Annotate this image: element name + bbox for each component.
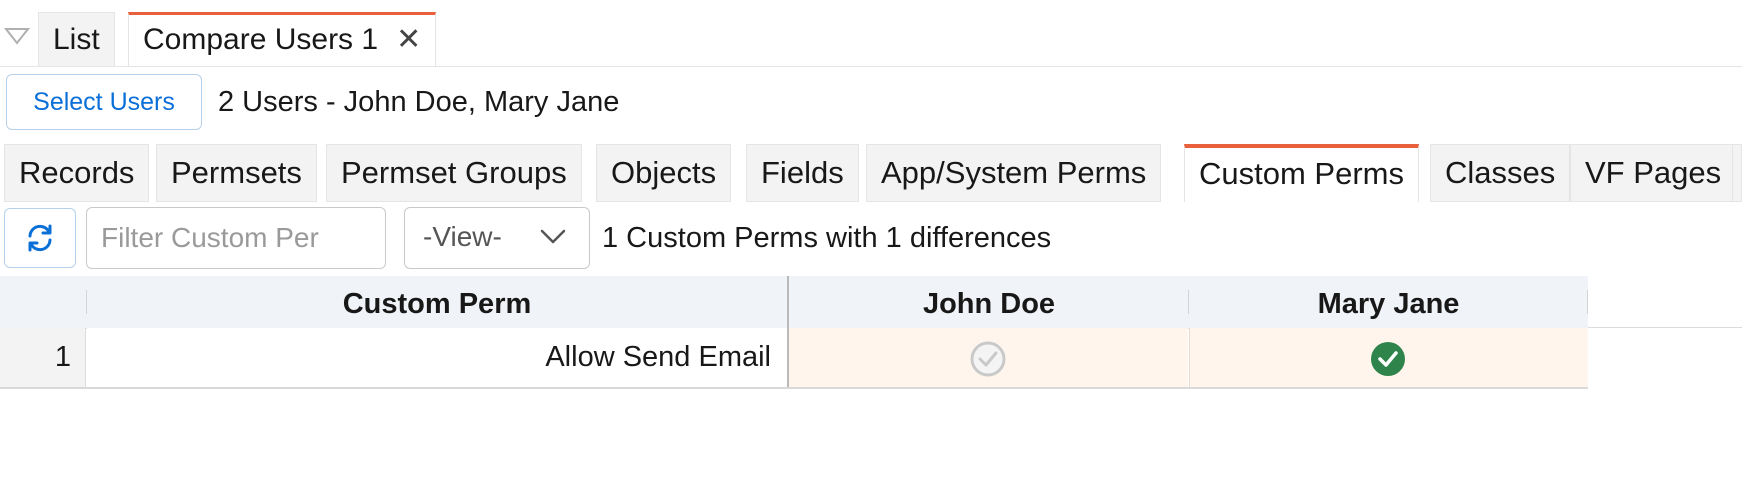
unchecked-icon xyxy=(970,341,1006,377)
tab-classes[interactable]: Classes xyxy=(1430,144,1571,202)
row-number: 1 xyxy=(0,328,86,387)
view-select-value: -View- xyxy=(423,221,502,252)
tab-permset-groups[interactable]: Permset Groups xyxy=(326,144,582,202)
select-users-button[interactable]: Select Users xyxy=(6,74,202,130)
close-icon[interactable]: ✕ xyxy=(396,15,421,65)
tab-records[interactable]: Records xyxy=(4,144,150,202)
column-header-mary-jane[interactable]: Mary Jane xyxy=(1189,276,1588,328)
checked-icon xyxy=(1371,342,1405,376)
tab-list-label: List xyxy=(53,23,100,56)
comparison-tab-bar: Records Permsets Permset Groups Objects … xyxy=(0,144,1742,202)
column-header-custom-perm[interactable]: Custom Perm xyxy=(87,276,787,328)
differences-summary: 1 Custom Perms with 1 differences xyxy=(602,222,1052,254)
refresh-icon xyxy=(28,224,52,252)
top-tab-bar: List Compare Users 1 ✕ xyxy=(0,0,1742,67)
tab-overflow[interactable] xyxy=(1732,144,1742,202)
tab-compare-users-label: Compare Users 1 xyxy=(143,23,379,56)
mary-jane-cell xyxy=(1189,328,1588,387)
tab-vf-pages[interactable]: VF Pages xyxy=(1570,144,1737,202)
collapse-triangle-icon[interactable] xyxy=(4,26,30,46)
tab-objects[interactable]: Objects xyxy=(596,144,732,202)
grid-header: Custom Perm John Doe Mary Jane xyxy=(0,276,1588,329)
selected-users-summary: 2 Users - John Doe, Mary Jane xyxy=(218,86,620,118)
chevron-down-icon xyxy=(540,229,566,244)
tab-fields[interactable]: Fields xyxy=(746,144,859,202)
filter-custom-perms-input[interactable] xyxy=(86,207,386,269)
table-row[interactable]: 1 Allow Send Email xyxy=(0,328,1588,389)
header-separator xyxy=(1587,290,1588,314)
custom-perm-name: Allow Send Email xyxy=(87,328,787,387)
john-doe-cell xyxy=(789,328,1188,387)
refresh-button[interactable] xyxy=(4,208,76,268)
tab-list[interactable]: List xyxy=(38,12,115,66)
column-header-john-doe[interactable]: John Doe xyxy=(789,276,1189,328)
frozen-column-divider[interactable] xyxy=(787,276,789,387)
tab-app-system-perms[interactable]: App/System Perms xyxy=(866,144,1162,202)
tab-compare-users[interactable]: Compare Users 1 ✕ xyxy=(128,12,437,66)
tab-custom-perms[interactable]: Custom Perms xyxy=(1184,144,1419,202)
header-rule xyxy=(1588,327,1742,328)
view-select[interactable]: -View- xyxy=(404,207,590,269)
tab-permsets[interactable]: Permsets xyxy=(156,144,317,202)
